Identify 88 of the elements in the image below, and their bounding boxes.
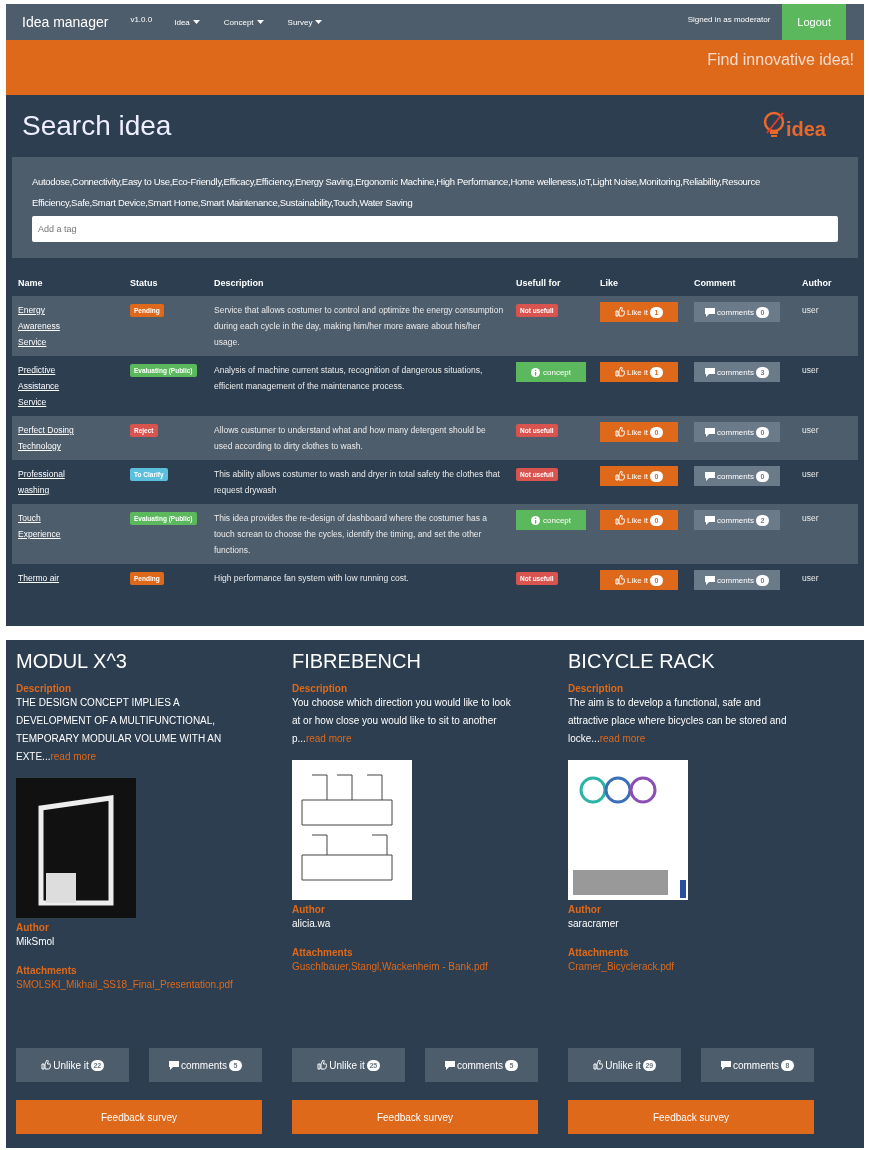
caret-icon [315,20,323,24]
signed-in-text: Signed in as moderator [687,14,771,24]
thumb-icon [615,307,626,317]
speech-bubble-icon [705,575,716,585]
thumb-icon [615,427,626,437]
section-label: Author [292,904,325,915]
description-text: You choose which direction you would like to look at or how close you would like to sit to another p...read more [292,696,512,746]
idea-name-link[interactable]: Touch Experience [18,510,84,542]
column-header: Usefull for [516,278,561,288]
speech-bubble-icon [705,307,716,317]
tag-input-field[interactable]: Add a tag [32,216,838,242]
author-name: user [802,469,819,479]
description-text: Allows custumer to understand what and how many detergent should be used according to dirty clothes to wash. [214,425,486,451]
idea-name-link[interactable]: Energy Awareness Service [18,302,84,350]
section-label: Description [16,683,71,694]
idea-name-link[interactable]: Professional washing [18,466,84,498]
page-title: Search idea [22,110,172,142]
section-label: Attachments [292,947,353,958]
description-text: THE DESIGN CONCEPT IMPLIES A DEVELOPMENT OF A MULTIFUNCTIONAL, TEMPORARY MODULAR VOLUME WITH AN EXTE...read more [16,696,223,764]
author-name: user [802,513,819,523]
author-name: user [802,365,819,375]
concept-button[interactable]: concept [516,510,586,530]
column-header: Status [130,278,158,288]
section-label: Description [292,683,347,694]
idea-name-link[interactable]: Thermo air [18,570,84,586]
speech-bubble-icon [168,1060,179,1070]
description-text: This idea provides the re-design of dashboard where the costumer has a touch screan to choose the cycles, identify the timing, and set the other functions. [214,513,488,555]
card-title: FIBREBENCH [292,650,421,673]
concept-button[interactable]: concept [516,362,586,382]
section-label: Attachments [568,947,629,958]
author-name: user [802,425,819,435]
speech-bubble-icon [705,515,716,525]
author-name: saracramer [568,918,619,929]
info-icon [531,367,540,377]
card-title: BICYCLE RACK [568,650,715,673]
thumb-icon [615,367,626,377]
logout-button[interactable]: Logout [782,4,846,40]
column-header: Name [18,278,43,288]
description-text: Service that allows costumer to control and optimize the energy consumption during each cycle in the day, making him/her more aware about his/her usage. [214,305,504,347]
description-text: This ability allows costumer to wash and dryer in total safety the clothes that request drywash [214,469,500,495]
speech-bubble-icon [705,427,716,437]
feedback-survey-button[interactable]: Feedback survey [16,1100,262,1134]
card-title: MODUL X^3 [16,650,127,673]
column-header: Comment [694,278,736,288]
caret-icon [256,20,264,24]
speech-bubble-icon [720,1060,731,1070]
brand-name[interactable]: Idea manager [22,14,109,30]
description-text: Analysis of machine current status, recognition of dangerous situations, efficient management of the maintenance process. [214,365,483,391]
section-label: Author [568,904,601,915]
idea-name-link[interactable]: Predictive Assistance Service [18,362,84,410]
author-name: user [802,305,819,315]
section-label: Attachments [16,965,77,976]
column-header: Description [214,278,264,288]
tag-list: Autodose,Connectivity,Easy to Use,Eco-Friendly,Efficacy,Efficiency,Energy Saving,Ergonomic Machine,High Performance,Home welleness,IoT,Light Noise,Monitoring,Reliability,Resource Efficiency,Safe,Smart Device,Smart Home,Smart Maintenance,Sustainability,Touch,Water Saving [32,171,838,213]
author-name: user [802,573,819,583]
menu-dropdown[interactable]: Survey [287,17,323,27]
description-text: High performance fan system with low running cost. [214,573,409,583]
logo-text: idea [785,118,826,141]
speech-bubble-icon [705,367,716,377]
banner-text: Find innovative idea! [707,50,854,69]
thumb-icon [317,1060,328,1070]
idea-name-link[interactable]: Perfect Dosing Technology [18,422,84,454]
info-icon [531,515,540,525]
column-header: Author [802,278,832,288]
feedback-survey-button[interactable]: Feedback survey [568,1100,814,1134]
section-label: Author [16,922,49,933]
thumb-icon [615,471,626,481]
menu-dropdown[interactable]: Idea [174,17,200,27]
thumb-icon [593,1060,604,1070]
feedback-survey-button[interactable]: Feedback survey [292,1100,538,1134]
version-label: v1.0.0 [130,14,153,24]
description-text: The aim is to develop a functional, safe and attractive place where bicycles can be stored and locke...read more [568,696,788,746]
author-name: MikSmol [16,936,55,947]
section-label: Description [568,683,623,694]
caret-icon [192,20,200,24]
thumb-icon [615,515,626,525]
author-name: alicia.wa [292,918,331,929]
column-header: Like [600,278,618,288]
menu-dropdown[interactable]: Concept [223,17,264,27]
attachment-link[interactable]: SMOLSKI_Mikhail_SS18_Final_Presentation.pdf [16,979,233,990]
thumb-icon [615,575,626,585]
read-more-link[interactable]: read more [50,751,97,762]
thumb-icon [41,1060,52,1070]
read-more-link[interactable]: read more [599,733,646,744]
speech-bubble-icon [705,471,716,481]
attachment-link[interactable]: Guschlbauer,Stangl,Wackenheim - Bank.pdf [292,961,488,972]
attachment-link[interactable]: Cramer_Bicyclerack.pdf [568,961,675,972]
speech-bubble-icon [444,1060,455,1070]
